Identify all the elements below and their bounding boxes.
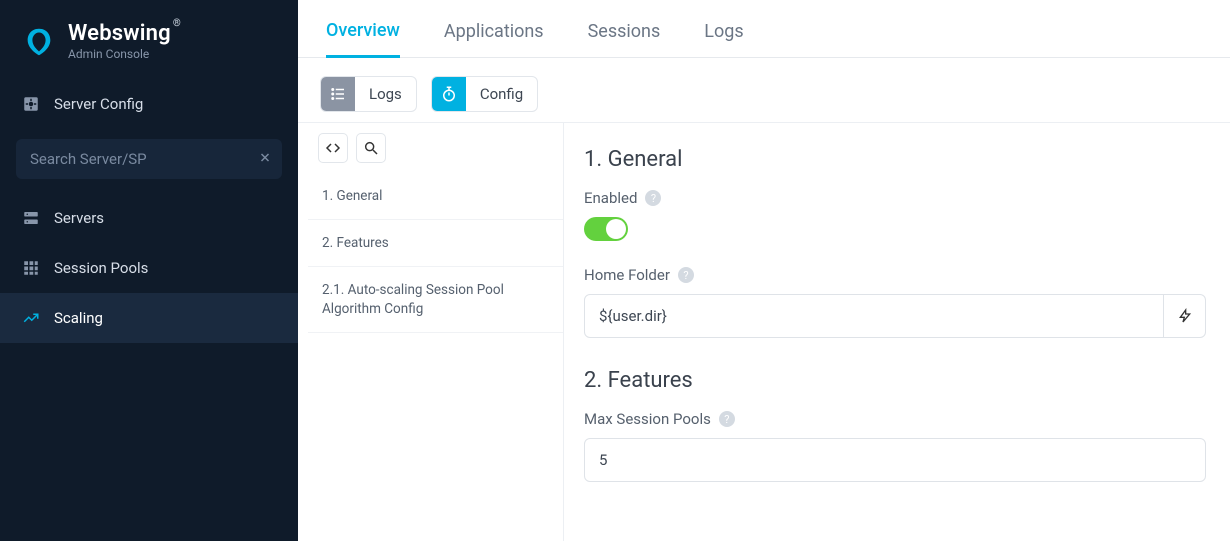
help-icon[interactable]: ? bbox=[719, 411, 735, 427]
registered-mark-icon: ® bbox=[173, 18, 181, 29]
home-folder-input[interactable] bbox=[584, 294, 1164, 338]
max-session-pools-row bbox=[584, 438, 1206, 482]
label-text: Enabled bbox=[584, 189, 637, 207]
sidebar-item-server-config[interactable]: Server Config bbox=[0, 79, 298, 129]
max-session-pools-input[interactable] bbox=[584, 438, 1206, 482]
grid-icon bbox=[22, 259, 40, 277]
search-icon[interactable] bbox=[356, 133, 386, 163]
config-nav-features[interactable]: 2. Features bbox=[308, 220, 563, 267]
sidebar-search-box[interactable] bbox=[16, 139, 282, 179]
sidebar: Webswing ® Admin Console Server Config S… bbox=[0, 0, 298, 541]
code-icon[interactable] bbox=[318, 133, 348, 163]
tool-label-logs: Logs bbox=[355, 85, 416, 103]
config-nav-autoscaling[interactable]: 2.1. Auto-scaling Session Pool Algorithm… bbox=[308, 267, 563, 332]
list-icon bbox=[321, 77, 355, 111]
field-label-max-session-pools: Max Session Pools ? bbox=[584, 410, 735, 428]
toggle-knob bbox=[606, 219, 626, 239]
sidebar-item-label: Server Config bbox=[54, 95, 143, 113]
home-folder-row bbox=[584, 294, 1206, 338]
tab-overview[interactable]: Overview bbox=[326, 20, 400, 58]
tabs: Overview Applications Sessions Logs bbox=[298, 0, 1230, 58]
tab-applications[interactable]: Applications bbox=[444, 21, 544, 56]
tool-label-config: Config bbox=[466, 85, 537, 103]
help-icon[interactable]: ? bbox=[678, 267, 694, 283]
help-icon[interactable]: ? bbox=[645, 190, 661, 206]
variable-icon[interactable] bbox=[1164, 294, 1206, 338]
tab-logs[interactable]: Logs bbox=[704, 21, 743, 56]
sidebar-item-label: Scaling bbox=[54, 309, 103, 327]
tool-group-logs[interactable]: Logs bbox=[320, 76, 417, 112]
server-icon bbox=[22, 209, 40, 227]
sidebar-item-label: Servers bbox=[54, 209, 104, 227]
brand: Webswing ® Admin Console bbox=[0, 0, 298, 79]
tab-sessions[interactable]: Sessions bbox=[588, 21, 661, 56]
sidebar-search-wrap bbox=[0, 129, 298, 193]
webswing-logo-icon bbox=[22, 25, 56, 59]
content: 1. General 2. Features 2.1. Auto-scaling… bbox=[298, 122, 1230, 541]
section-title-general: 1. General bbox=[584, 147, 1206, 172]
config-nav-panel: 1. General 2. Features 2.1. Auto-scaling… bbox=[308, 123, 564, 541]
clear-icon[interactable] bbox=[258, 150, 272, 169]
enabled-toggle[interactable] bbox=[584, 217, 628, 241]
sidebar-item-label: Session Pools bbox=[54, 259, 148, 277]
brand-title: Webswing bbox=[68, 22, 171, 46]
chart-up-icon bbox=[22, 309, 40, 327]
brand-subtitle: Admin Console bbox=[68, 48, 181, 61]
config-nav-general[interactable]: 1. General bbox=[308, 173, 563, 220]
label-text: Home Folder bbox=[584, 266, 670, 284]
sidebar-item-session-pools[interactable]: Session Pools bbox=[0, 243, 298, 293]
toolbar: Logs Config bbox=[298, 58, 1230, 122]
gear-box-icon bbox=[22, 95, 40, 113]
section-title-features: 2. Features bbox=[584, 368, 1206, 393]
search-input[interactable] bbox=[30, 150, 244, 168]
label-text: Max Session Pools bbox=[584, 410, 711, 428]
tool-group-config[interactable]: Config bbox=[431, 76, 538, 112]
field-label-home-folder: Home Folder ? bbox=[584, 266, 694, 284]
sidebar-item-scaling[interactable]: Scaling bbox=[0, 293, 298, 343]
sidebar-item-servers[interactable]: Servers bbox=[0, 193, 298, 243]
stopwatch-icon bbox=[432, 77, 466, 111]
field-label-enabled: Enabled ? bbox=[584, 189, 661, 207]
config-nav-tools bbox=[308, 123, 563, 173]
brand-text: Webswing ® Admin Console bbox=[68, 22, 181, 61]
config-form-panel: 1. General Enabled ? Home Folder ? 2. Fe… bbox=[564, 123, 1230, 541]
main: Overview Applications Sessions Logs Logs… bbox=[298, 0, 1230, 541]
